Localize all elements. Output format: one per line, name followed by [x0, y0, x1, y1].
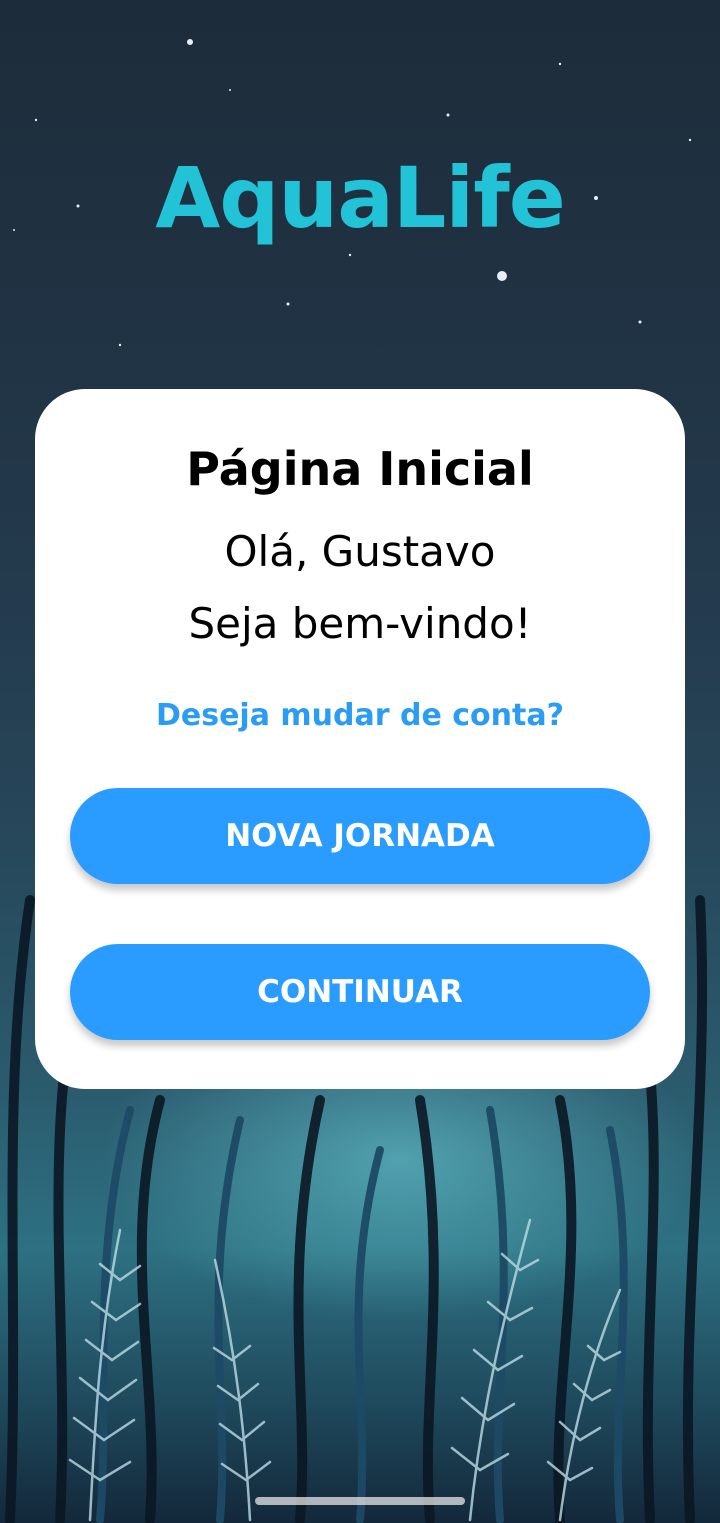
new-journey-button[interactable]: NOVA JORNADA — [70, 788, 650, 884]
app-title: AquaLife — [155, 149, 565, 247]
continue-button[interactable]: CONTINUAR — [70, 944, 650, 1040]
switch-account-link[interactable]: Deseja mudar de conta? — [0, 694, 720, 738]
page-title: Página Inicial — [186, 442, 534, 496]
home-indicator[interactable] — [255, 1497, 465, 1505]
app-screen: AquaLife Página Inicial Olá, Gustavo Sej… — [0, 0, 720, 1523]
welcome-text: Seja bem-vindo! — [188, 599, 532, 648]
greeting-text: Olá, Gustavo — [224, 527, 496, 576]
